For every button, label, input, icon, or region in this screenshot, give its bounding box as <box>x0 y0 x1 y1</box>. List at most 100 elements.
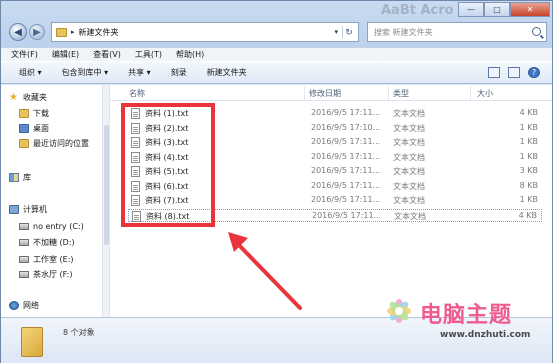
path-separator[interactable]: ▸ <box>71 28 75 36</box>
column-name[interactable]: 名称 <box>129 88 145 99</box>
file-modified: 2016/9/5 17:11... <box>311 152 381 161</box>
nav-scrollbar-thumb[interactable] <box>104 125 109 245</box>
file-modified: 2016/9/5 17:10... <box>311 123 381 132</box>
maximize-button[interactable]: □ <box>484 2 510 17</box>
column-size[interactable]: 大小 <box>477 88 493 99</box>
folder-icon <box>19 108 29 118</box>
toolbar-right: ? <box>488 67 540 78</box>
file-size: 3 KB <box>519 166 538 175</box>
refresh-icon[interactable]: ↻ <box>342 26 355 39</box>
search-icon[interactable] <box>532 27 541 36</box>
drive-icon <box>19 222 29 230</box>
desktop-icon <box>19 123 29 133</box>
star-icon: ★ <box>9 91 18 103</box>
nav-drive-f[interactable]: 茶水厅 (F:) <box>19 268 72 280</box>
nav-libraries[interactable]: 库 <box>9 171 31 183</box>
file-type: 文本文档 <box>393 109 425 118</box>
window-title-ghost: AaBt Acro <box>381 3 454 18</box>
nav-computer[interactable]: 计算机 <box>9 203 47 215</box>
nav-drive-d[interactable]: 不加糖 (D:) <box>19 236 75 248</box>
close-button[interactable]: ✕ <box>510 2 550 17</box>
help-icon[interactable]: ? <box>528 67 540 78</box>
new-folder-button[interactable]: 新建文件夹 <box>207 67 247 78</box>
file-type: 文本文档 <box>393 167 425 176</box>
column-divider[interactable] <box>470 86 471 100</box>
column-modified[interactable]: 修改日期 <box>309 88 341 99</box>
watermark-flower-icon <box>387 299 411 323</box>
nav-drive-c-label: no entry (C:) <box>33 221 84 231</box>
column-divider[interactable] <box>388 86 389 100</box>
nav-drive-d-label: 不加糖 (D:) <box>33 237 75 247</box>
file-modified: 2016/9/5 17:11... <box>311 166 381 175</box>
file-size: 1 KB <box>519 152 538 161</box>
minimize-button[interactable]: — <box>458 2 484 17</box>
computer-icon <box>9 204 19 214</box>
file-size: 8 KB <box>519 181 538 190</box>
window-controls: — □ ✕ <box>458 2 550 17</box>
menu-help[interactable]: 帮助(H) <box>176 49 204 60</box>
command-bar: 组织 ▾ 包含到库中 ▾ 共享 ▾ 刻录 新建文件夹 ? <box>1 61 552 84</box>
item-count: 8 个对象 <box>63 328 95 337</box>
folder-icon <box>21 327 43 357</box>
breadcrumb-current-folder[interactable]: 新建文件夹 <box>79 27 119 38</box>
file-type: 文本文档 <box>393 182 425 191</box>
navigation-pane: ★ 收藏夹 下载 桌面 最近访问的位置 库 计算机 no entry (C:) <box>1 85 109 317</box>
drive-icon <box>19 270 29 278</box>
library-icon <box>9 172 19 182</box>
nav-recent-label: 最近访问的位置 <box>33 138 89 148</box>
network-icon <box>9 300 19 310</box>
menu-view[interactable]: 查看(V) <box>93 49 121 60</box>
burn-button[interactable]: 刻录 <box>171 67 187 78</box>
file-modified: 2016/9/5 17:11... <box>311 108 381 117</box>
share-button[interactable]: 共享 ▾ <box>128 67 151 78</box>
preview-pane-icon[interactable] <box>508 67 520 78</box>
view-options-icon[interactable] <box>488 67 500 78</box>
file-type: 文本文档 <box>393 138 425 147</box>
search-placeholder: 搜索 新建文件夹 <box>374 27 433 37</box>
nav-favorites[interactable]: ★ 收藏夹 <box>9 91 47 103</box>
address-dropdown-icon[interactable]: ▾ <box>334 28 338 36</box>
nav-network-label: 网络 <box>23 300 39 310</box>
nav-desktop[interactable]: 桌面 <box>19 122 49 134</box>
nav-drive-e-label: 工作室 (E:) <box>33 254 74 264</box>
file-type: 文本文档 <box>393 196 425 205</box>
organize-button[interactable]: 组织 ▾ <box>19 67 42 78</box>
file-type: 文本文档 <box>394 212 426 221</box>
nav-computer-label: 计算机 <box>23 204 47 214</box>
address-box[interactable]: ▸ 新建文件夹 ▾ ↻ <box>51 22 359 42</box>
back-arrow-icon: ◀ <box>14 26 22 38</box>
drive-icon <box>19 238 29 246</box>
nav-scrollbar[interactable] <box>102 85 109 317</box>
file-modified: 2016/9/5 17:11... <box>312 211 382 220</box>
address-bar-region: AaBt Acro — □ ✕ ◀ ▶ ▸ 新建文件夹 ▾ ↻ 搜索 新建文件夹 <box>1 1 552 47</box>
file-size: 4 KB <box>518 211 537 220</box>
menu-file[interactable]: 文件(F) <box>11 49 38 60</box>
nav-drive-c[interactable]: no entry (C:) <box>19 220 84 232</box>
nav-network[interactable]: 网络 <box>9 299 39 311</box>
menu-edit[interactable]: 编辑(E) <box>52 49 79 60</box>
forward-arrow-icon: ▶ <box>33 26 41 38</box>
watermark-title: 电脑主题 <box>420 303 513 328</box>
nav-recent[interactable]: 最近访问的位置 <box>19 137 89 149</box>
file-modified: 2016/9/5 17:11... <box>311 195 381 204</box>
search-input[interactable]: 搜索 新建文件夹 <box>367 22 547 42</box>
forward-button[interactable]: ▶ <box>29 24 45 40</box>
column-divider[interactable] <box>304 86 305 100</box>
annotation-arrow <box>228 232 302 310</box>
nav-downloads[interactable]: 下载 <box>19 107 49 119</box>
nav-libraries-label: 库 <box>23 172 31 182</box>
column-type[interactable]: 类型 <box>393 88 409 99</box>
file-type: 文本文档 <box>393 153 425 162</box>
column-headers: 名称 修改日期 类型 大小 <box>110 85 552 101</box>
nav-drive-e[interactable]: 工作室 (E:) <box>19 253 74 265</box>
file-size: 1 KB <box>519 123 538 132</box>
file-modified: 2016/9/5 17:11... <box>311 137 381 146</box>
back-button[interactable]: ◀ <box>9 23 27 41</box>
annotation-highlight-box <box>121 103 215 227</box>
include-in-library-button[interactable]: 包含到库中 ▾ <box>62 67 109 78</box>
recent-places-icon <box>19 138 29 148</box>
file-size: 1 KB <box>519 195 538 204</box>
file-size: 4 KB <box>519 108 538 117</box>
watermark-url: www.dnzhuti.com <box>440 330 531 340</box>
menu-tools[interactable]: 工具(T) <box>135 49 162 60</box>
